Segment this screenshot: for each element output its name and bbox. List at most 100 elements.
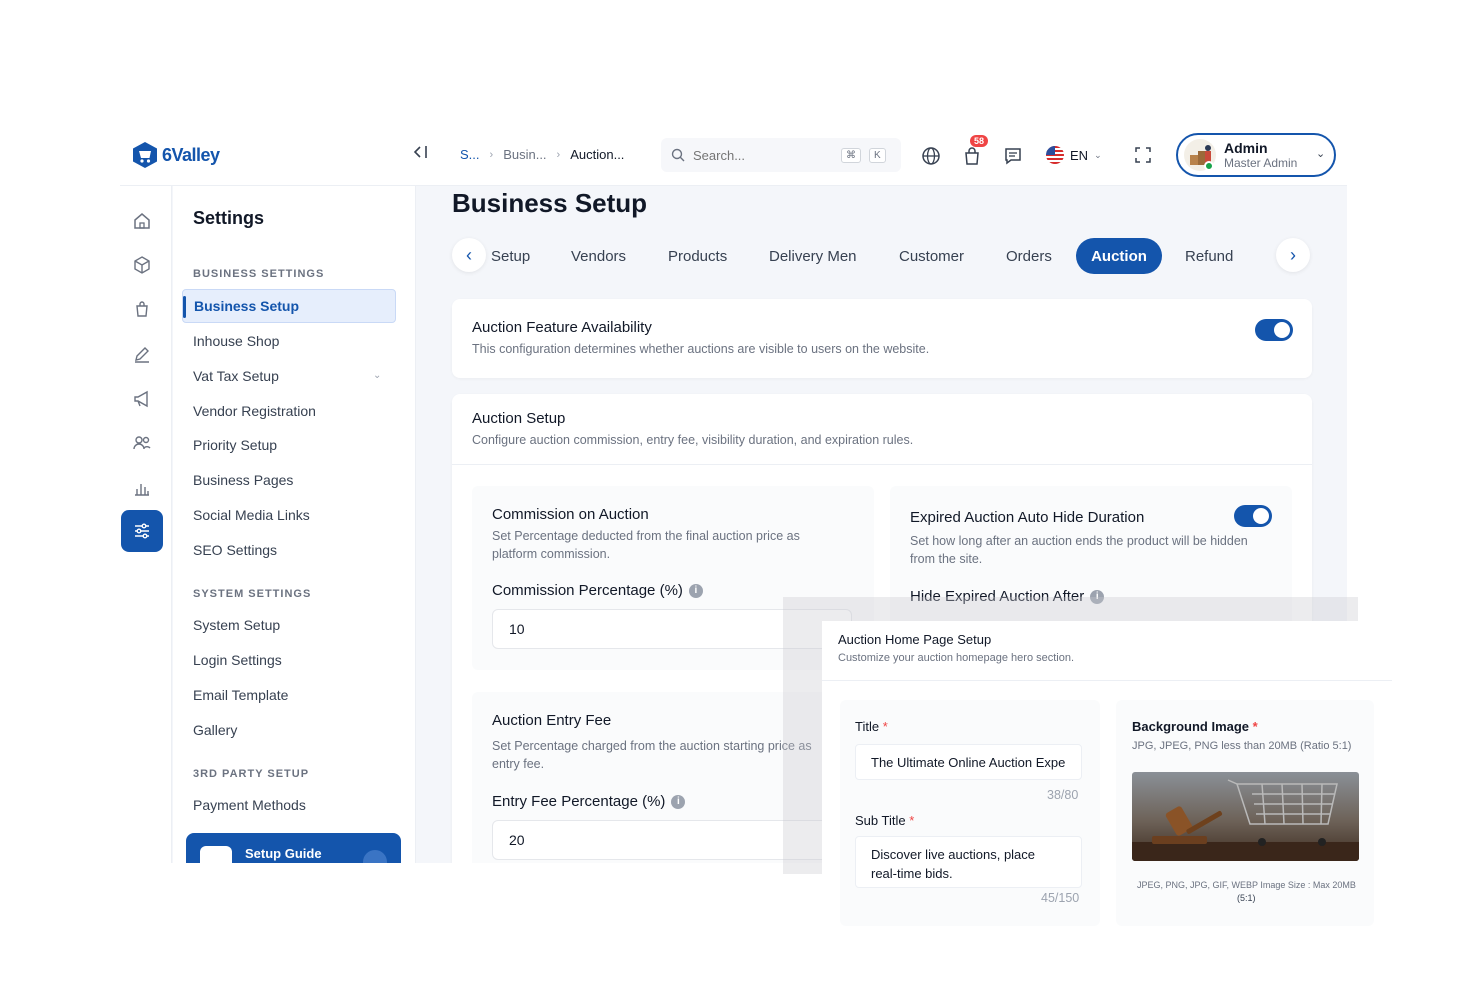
commission-percentage-label: Commission Percentage (%) i [492, 582, 703, 599]
sidebar-item-business-setup[interactable]: Business Setup [182, 289, 396, 323]
bg-image-label-text: Background Image [1132, 719, 1250, 734]
subtitle-line-2: real-time bids. [871, 866, 953, 881]
required-mark: * [909, 813, 915, 828]
breadcrumb-separator-icon: › [489, 148, 494, 161]
tabs-next-icon[interactable]: › [1276, 238, 1310, 272]
page-title: Business Setup [452, 188, 648, 218]
sidebar-item-login-settings[interactable]: Login Settings [193, 652, 282, 668]
commission-percentage-label-text: Commission Percentage (%) [492, 582, 683, 599]
language-selector[interactable]: EN ⌄ [1046, 146, 1102, 164]
tab-products[interactable]: Products [668, 248, 727, 265]
breadcrumb-item-1[interactable]: S... [460, 147, 480, 162]
bg-image-ratio: (5:1) [1237, 893, 1256, 903]
box-icon[interactable] [132, 255, 152, 275]
fullscreen-icon[interactable] [1134, 146, 1154, 166]
tab-vendors[interactable]: Vendors [571, 248, 626, 265]
setup-guide-button[interactable]: Setup Guide [186, 833, 401, 863]
setup-guide-label: Setup Guide [245, 846, 322, 861]
sidebar-item-gallery[interactable]: Gallery [193, 722, 237, 738]
info-icon[interactable]: i [671, 794, 686, 809]
overlay-desc: Customize your auction homepage hero sec… [838, 652, 1075, 664]
commission-desc-2: platform commission. [492, 547, 611, 561]
breadcrumb-item-current: Auction... [570, 147, 625, 162]
title-counter: 38/80 [1047, 788, 1079, 802]
users-icon[interactable] [132, 433, 152, 453]
bag-icon[interactable] [132, 299, 152, 319]
bar-chart-icon[interactable] [132, 478, 152, 498]
search-input[interactable] [693, 147, 833, 163]
subtitle-label: Sub Title * [855, 813, 914, 828]
chevron-icon [363, 850, 387, 863]
availability-desc: This configuration determines whether au… [472, 342, 930, 356]
tab-delivery-men[interactable]: Delivery Men [769, 248, 857, 265]
tab-orders[interactable]: Orders [1006, 248, 1052, 265]
info-icon[interactable]: i [688, 583, 703, 598]
megaphone-icon[interactable] [132, 389, 152, 409]
commission-title: Commission on Auction [492, 506, 649, 523]
entry-fee-desc-2: entry fee. [492, 757, 545, 771]
expired-title: Expired Auction Auto Hide Duration [910, 509, 1145, 526]
sidebar-title: Settings [193, 208, 265, 228]
sidebar-item-social-media-links[interactable]: Social Media Links [193, 507, 310, 523]
background-image-preview[interactable] [1132, 772, 1359, 861]
system-settings-section: SYSTEM SETTINGS [193, 588, 312, 600]
icon-rail [120, 186, 172, 863]
us-flag-icon [1046, 146, 1064, 164]
tab-setup[interactable]: Setup [491, 248, 530, 265]
profile-role: Master Admin [1224, 156, 1298, 170]
logo-icon [133, 142, 157, 168]
availability-toggle[interactable] [1255, 319, 1293, 341]
overlay-header: Auction Home Page Setup Customize your a… [822, 621, 1392, 681]
profile-menu[interactable]: Admin Master Admin ⌄ [1176, 133, 1336, 177]
title-input[interactable]: The Ultimate Online Auction Expe [855, 744, 1082, 780]
sidebar-item-vendor-registration[interactable]: Vendor Registration [193, 403, 316, 419]
entry-fee-percentage-label: Entry Fee Percentage (%) i [492, 793, 686, 810]
breadcrumb: S... › Busin... › Auction... [460, 147, 624, 162]
settings-rail-button[interactable] [121, 510, 163, 552]
subtitle-textarea[interactable]: Discover live auctions, place real-time … [855, 836, 1082, 888]
title-label-text: Title [855, 719, 880, 734]
shortcut-mod-key: ⌘ [841, 147, 861, 163]
sidebar-item-inhouse-shop[interactable]: Inhouse Shop [193, 333, 279, 349]
sidebar-item-payment-methods[interactable]: Payment Methods [193, 797, 306, 813]
breadcrumb-separator-icon: › [556, 148, 561, 161]
home-icon[interactable] [132, 211, 152, 231]
sliders-icon [135, 523, 149, 539]
tabs-prev-icon[interactable]: ‹ [452, 238, 486, 272]
message-icon[interactable] [1003, 146, 1023, 166]
commission-desc-1: Set Percentage deducted from the final a… [492, 529, 800, 543]
brand-name: 6Valley [162, 144, 220, 165]
pen-icon[interactable] [132, 344, 152, 364]
chevron-down-icon[interactable]: ⌄ [373, 370, 381, 381]
sidebar-item-system-setup[interactable]: System Setup [193, 617, 280, 633]
auction-availability-card: Auction Feature Availability This config… [452, 299, 1312, 378]
tab-customer[interactable]: Customer [899, 248, 964, 265]
globe-icon[interactable] [921, 146, 941, 166]
sidebar-item-seo-settings[interactable]: SEO Settings [193, 542, 277, 558]
subtitle-counter: 45/150 [1041, 891, 1080, 905]
availability-title: Auction Feature Availability [472, 319, 652, 336]
sidebar-item-priority-setup[interactable]: Priority Setup [193, 437, 277, 453]
expired-toggle[interactable] [1234, 505, 1272, 527]
auction-setup-desc: Configure auction commission, entry fee,… [472, 433, 914, 447]
sidebar-item-business-pages[interactable]: Business Pages [193, 472, 293, 488]
bg-image-footer: JPEG, PNG, JPG, GIF, WEBP Image Size : M… [1137, 880, 1356, 890]
divider [452, 464, 1312, 465]
top-header: 6Valley S... › Busin... › Auction... ⌘ K… [120, 126, 1347, 186]
sidebar-item-vat-tax-setup[interactable]: Vat Tax Setup [193, 368, 279, 384]
subtitle-label-text: Sub Title [855, 813, 906, 828]
breadcrumb-item-2[interactable]: Busin... [503, 147, 546, 162]
online-status-icon [1204, 161, 1214, 171]
expired-desc-2: from the site. [910, 552, 983, 566]
language-code: EN [1070, 147, 1089, 163]
sidebar-item-email-template[interactable]: Email Template [193, 687, 288, 703]
search-box[interactable]: ⌘ K [661, 138, 901, 172]
title-section: Title * The Ultimate Online Auction Expe… [840, 700, 1100, 926]
notification-badge: 58 [970, 135, 989, 147]
avatar [1184, 139, 1216, 171]
collapse-sidebar-icon[interactable] [413, 144, 429, 165]
shopping-bag-icon[interactable] [962, 146, 982, 166]
brand-logo[interactable]: 6Valley [132, 141, 220, 169]
tab-refund[interactable]: Refund [1185, 248, 1233, 265]
tab-auction[interactable]: Auction [1076, 238, 1162, 274]
